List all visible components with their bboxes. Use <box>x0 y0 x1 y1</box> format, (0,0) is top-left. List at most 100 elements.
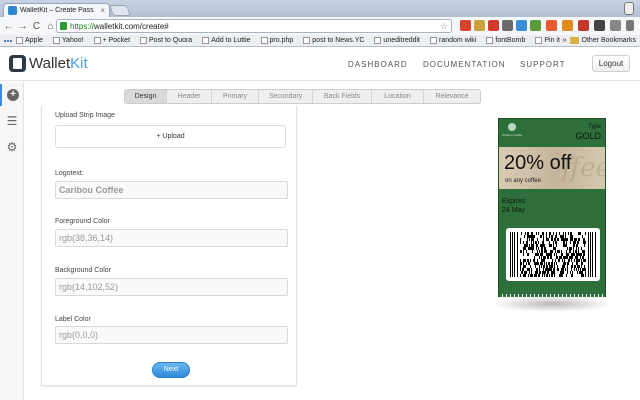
tab-header[interactable]: Header <box>167 90 212 103</box>
pass-preview: Caribou Coffee Type GOLD ffee 20% off on… <box>498 118 606 297</box>
bookmark-star-icon[interactable]: ☆ <box>440 21 448 32</box>
other-bookmarks[interactable]: » Other Bookmarks <box>563 37 636 44</box>
browser-toolbar: ← → C ⌂ https:// walletkit.com/create# ☆ <box>0 17 640 35</box>
page-icon <box>303 37 311 44</box>
browser-tabstrip: WalletKit – Create Pass × <box>0 0 640 17</box>
next-button[interactable]: Next <box>152 362 190 378</box>
reload-button[interactable]: C <box>31 21 42 32</box>
wikipedia-icon <box>430 37 438 44</box>
foreground-color-label: Foreground Color <box>55 218 110 225</box>
page-icon <box>140 37 148 44</box>
home-button[interactable]: ⌂ <box>45 21 56 32</box>
forward-button[interactable]: → <box>17 21 28 32</box>
design-form-panel: Upload Strip Image + Upload Logotext: Ca… <box>41 106 297 386</box>
pass-type-value: GOLD <box>575 131 601 141</box>
nav-documentation[interactable]: DOCUMENTATION <box>423 60 505 69</box>
logotext-input[interactable]: Caribou Coffee <box>55 181 288 199</box>
background-color-label: Background Color <box>55 267 112 274</box>
extension-icon[interactable] <box>546 20 557 31</box>
page-icon <box>93 37 101 44</box>
bookmark-item[interactable]: pro.php <box>260 37 293 44</box>
extension-icon[interactable] <box>562 20 573 31</box>
bookmark-item[interactable]: Yahoo! <box>52 37 84 44</box>
pass-expires-value: 24 May <box>502 207 525 214</box>
bookmark-item[interactable]: post to News.YC <box>303 37 364 44</box>
left-sidebar: + ☰ ⚙ <box>0 82 24 400</box>
apps-icon[interactable] <box>4 39 12 42</box>
bookmark-item[interactable]: random wiki <box>430 37 476 44</box>
pass-primary-value: 20% off <box>504 152 572 174</box>
extension-icon[interactable] <box>578 20 589 31</box>
tab-close-icon[interactable]: × <box>100 6 105 15</box>
page-icon <box>52 37 60 44</box>
bookmark-item[interactable]: fontBomb <box>486 37 525 44</box>
logo-text-kit: Kit <box>70 55 88 72</box>
page-icon <box>535 37 543 44</box>
pass-expires-label: Expires <box>502 198 526 205</box>
wallet-logo-icon <box>9 55 26 72</box>
new-tab-button[interactable] <box>108 5 132 16</box>
sidebar-settings[interactable]: ⚙ <box>0 136 24 158</box>
pass-type-label: Type <box>587 124 601 130</box>
page-icon <box>260 37 268 44</box>
add-icon: + <box>7 89 19 101</box>
tab-back-fields[interactable]: Back Fields <box>313 90 372 103</box>
pass-logo-text: Caribou Coffee <box>502 133 523 137</box>
bookmark-item[interactable]: Post to Quora <box>140 37 192 44</box>
pass-editor-tabs: Design Header Primary Secondary Back Fie… <box>124 89 481 104</box>
menu-icon: ☰ <box>6 114 18 128</box>
address-bar[interactable]: https:// walletkit.com/create# ☆ <box>56 19 452 33</box>
pass-perforated-edge <box>499 294 605 297</box>
chevron-right-icon[interactable]: » <box>563 37 567 44</box>
back-button[interactable]: ← <box>3 21 14 32</box>
tab-relevance[interactable]: Relevance <box>424 90 480 103</box>
pdf417-barcode <box>510 232 596 277</box>
bookmark-item[interactable]: uneditreddit <box>374 37 420 44</box>
extension-icon[interactable] <box>516 20 527 31</box>
gear-icon: ⚙ <box>6 140 18 154</box>
label-color-label: Label Color <box>55 316 91 323</box>
sidebar-passes-list[interactable]: ☰ <box>0 110 24 132</box>
logout-button[interactable]: Logout <box>592 55 630 72</box>
pass-shadow <box>492 296 612 312</box>
bookmark-item[interactable]: + Pocket <box>93 37 130 44</box>
extension-icon[interactable] <box>488 20 499 31</box>
page-icon <box>202 37 210 44</box>
label-color-input[interactable]: rgb(0,0,0) <box>55 326 288 344</box>
background-color-input[interactable]: rgb(14,102,52) <box>55 278 288 296</box>
walletkit-logo[interactable]: Wallet Kit <box>9 55 88 72</box>
extension-icon[interactable] <box>460 20 471 31</box>
tab-primary[interactable]: Primary <box>212 90 259 103</box>
upload-strip-button[interactable]: + Upload <box>55 125 286 148</box>
foreground-color-input[interactable]: rgb(38,36,14) <box>55 229 288 247</box>
extension-icon[interactable] <box>530 20 541 31</box>
tab-location[interactable]: Location <box>372 90 424 103</box>
wrench-icon[interactable] <box>626 20 634 31</box>
nav-support[interactable]: SUPPORT <box>520 60 566 69</box>
upload-strip-label: Upload Strip Image <box>55 112 115 119</box>
profile-icon[interactable] <box>624 2 634 15</box>
bookmark-item[interactable]: Pin it <box>535 37 560 44</box>
bookmark-item[interactable]: Add to Luttie <box>202 37 251 44</box>
sidebar-add-pass[interactable]: + <box>0 84 24 106</box>
walletkit-favicon-icon <box>8 6 17 15</box>
url-text: walletkit.com/create# <box>94 21 169 31</box>
extension-icon[interactable] <box>594 20 605 31</box>
tab-secondary[interactable]: Secondary <box>259 90 313 103</box>
page-icon <box>16 37 23 44</box>
extension-icon[interactable] <box>474 20 485 31</box>
page-icon <box>486 37 494 44</box>
tab-design[interactable]: Design <box>125 90 167 103</box>
extension-icon[interactable] <box>610 20 621 31</box>
barcode-card <box>506 228 600 281</box>
logotext-label: Logotext: <box>55 170 84 177</box>
url-scheme: https:// <box>70 21 95 31</box>
bookmark-item[interactable]: Apple <box>16 37 43 44</box>
lock-icon <box>60 22 67 30</box>
browser-tab[interactable]: WalletKit – Create Pass × <box>3 3 110 17</box>
extension-icon[interactable] <box>502 20 513 31</box>
folder-icon <box>569 37 579 44</box>
nav-dashboard[interactable]: DASHBOARD <box>348 60 408 69</box>
app-header: Wallet Kit DASHBOARD DOCUMENTATION SUPPO… <box>0 48 640 81</box>
page-icon <box>374 37 382 44</box>
